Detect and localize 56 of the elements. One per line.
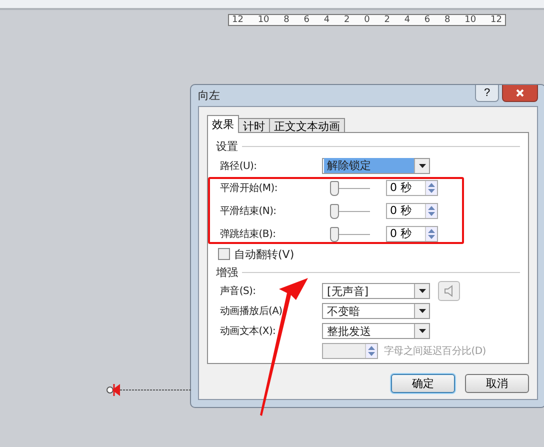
tab[interactable]: 正文文本动画 xyxy=(269,118,345,133)
caret-icon xyxy=(418,164,426,168)
section-heading: 设置 xyxy=(216,138,238,154)
caret-icon xyxy=(418,289,426,293)
field-label: 平滑结束(N): xyxy=(220,204,278,218)
ruler-number: 2 xyxy=(384,16,390,24)
slider-thumb[interactable] xyxy=(330,204,339,218)
slider[interactable] xyxy=(330,226,370,240)
field-label: 弹跳结束(B): xyxy=(220,228,277,240)
checkbox-label: 自动翻转(V) xyxy=(234,246,294,262)
dropdown[interactable]: [无声音] xyxy=(322,283,430,299)
dropdown[interactable]: 不变暗 xyxy=(322,303,430,319)
ruler-number: 0 xyxy=(364,16,370,24)
tab[interactable]: 计时 xyxy=(238,118,270,133)
speaker-icon xyxy=(444,285,454,297)
dropdown[interactable]: 整批发送 xyxy=(322,323,430,339)
speaker-button[interactable] xyxy=(438,281,460,301)
ruler-number: 10 xyxy=(464,16,476,24)
window-title: 向左 xyxy=(198,88,220,103)
spin-arrows-icon xyxy=(428,206,435,216)
ruler-number: 4 xyxy=(324,16,330,24)
slider[interactable] xyxy=(330,180,370,194)
slider-thumb[interactable] xyxy=(330,226,339,242)
field-label: 路径(U): xyxy=(220,160,258,172)
caret-icon xyxy=(418,329,426,333)
ruler-number: 2 xyxy=(344,16,350,24)
field-label: 声音(S): xyxy=(220,284,257,298)
section-heading: 增强 xyxy=(216,264,238,280)
spin-arrows-icon xyxy=(368,346,375,356)
checkbox[interactable] xyxy=(218,248,230,260)
spin-field[interactable]: 0 秒 xyxy=(386,226,438,242)
close-button[interactable] xyxy=(502,85,538,102)
ruler-number: 6 xyxy=(424,16,430,24)
ruler-number: 12 xyxy=(490,16,502,24)
field-label: 字母之间延迟百分比(D) xyxy=(384,344,486,358)
slider[interactable] xyxy=(330,204,370,218)
field-label: 平滑开始(M): xyxy=(220,182,278,194)
dialog-button[interactable]: 取消 xyxy=(465,374,529,393)
spin-field[interactable]: 0 秒 xyxy=(386,202,438,218)
help-button[interactable]: ? xyxy=(475,85,499,102)
ruler-number: 4 xyxy=(404,16,410,24)
ruler-number: 6 xyxy=(304,16,310,24)
field-label: 动画文本(X): xyxy=(220,324,277,338)
close-icon xyxy=(516,89,524,97)
dropdown[interactable]: 解除锁定 xyxy=(322,158,430,174)
slider-thumb[interactable] xyxy=(330,180,339,196)
ruler-number: 8 xyxy=(444,16,450,24)
spin-arrows-icon xyxy=(428,228,435,238)
ruler-number: 8 xyxy=(284,16,290,24)
ruler-number: 10 xyxy=(258,16,270,24)
tab[interactable]: 效果 xyxy=(207,115,239,133)
dialog-button[interactable]: 确定 xyxy=(391,374,455,393)
spin-field[interactable]: 0 秒 xyxy=(386,180,438,196)
ruler-number: 12 xyxy=(232,16,244,24)
spin-arrows-icon xyxy=(428,182,435,192)
caret-icon xyxy=(418,309,426,313)
